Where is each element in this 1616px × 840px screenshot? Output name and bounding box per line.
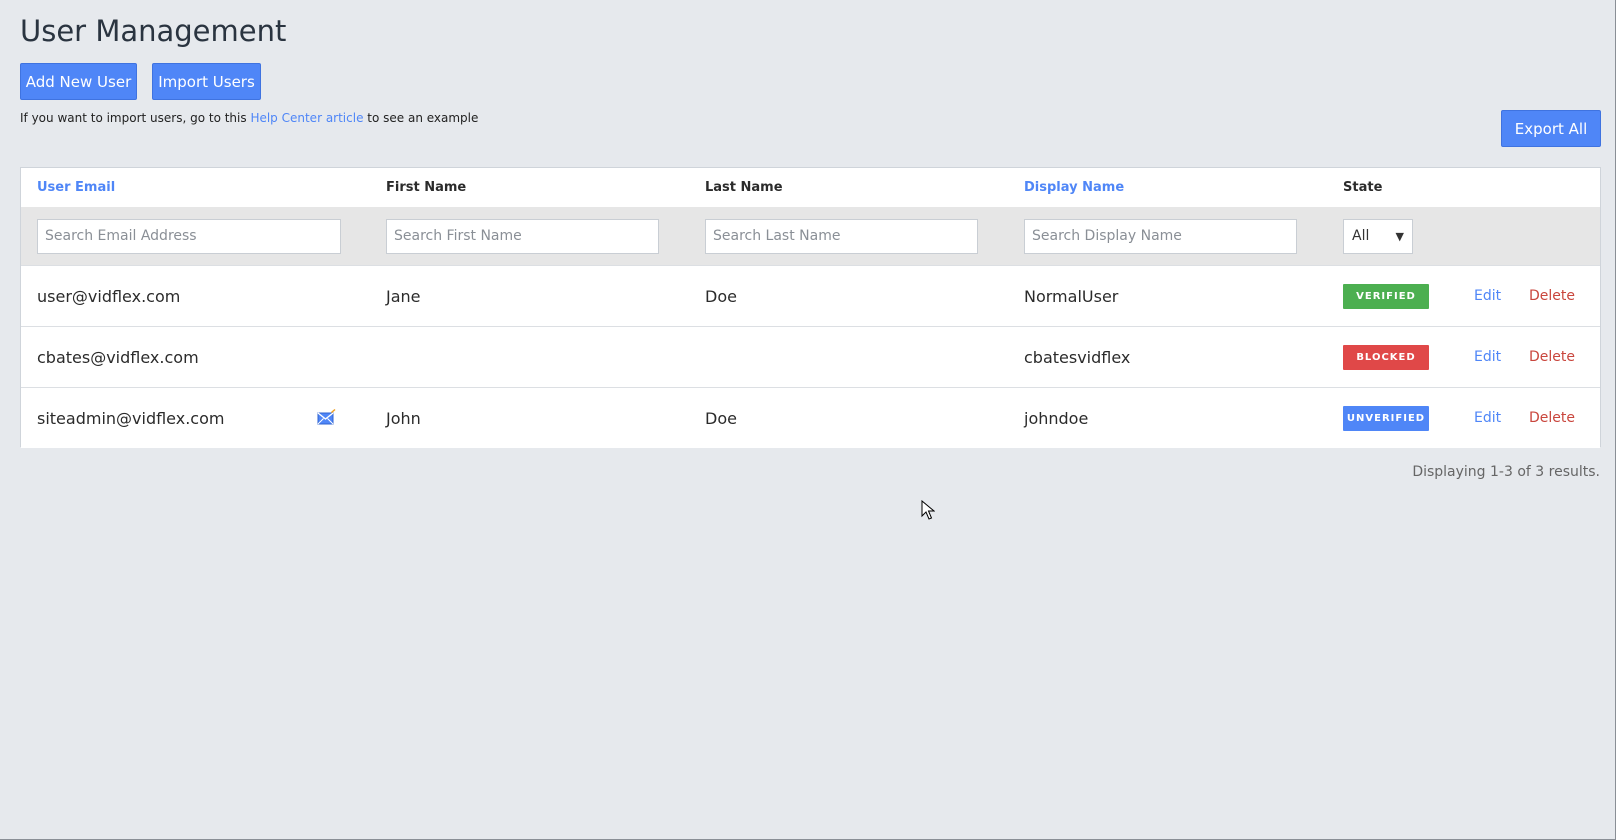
table-row: siteadmin@vidflex.com John Doe johndoe U…: [21, 387, 1600, 448]
state-filter-value: All: [1352, 228, 1370, 244]
user-last-name: Doe: [705, 286, 737, 306]
help-center-link[interactable]: Help Center article: [250, 111, 363, 125]
edit-user-link[interactable]: Edit: [1474, 288, 1501, 304]
status-badge: VERIFIED: [1343, 283, 1429, 309]
edit-user-link[interactable]: Edit: [1474, 410, 1501, 426]
resend-email-icon[interactable]: [317, 409, 336, 426]
user-first-name: John: [386, 408, 421, 428]
mouse-cursor-icon: [921, 500, 935, 520]
user-email: cbates@vidflex.com: [37, 347, 199, 367]
table-header-row: User Email First Name Last Name Display …: [21, 168, 1600, 207]
help-suffix: to see an example: [363, 111, 479, 125]
table-row: cbates@vidflex.com cbatesvidflex BLOCKED…: [21, 326, 1600, 387]
search-display-name-input[interactable]: [1024, 218, 1297, 254]
table-row: user@vidflex.com Jane Doe NormalUser VER…: [21, 265, 1600, 326]
search-email-input[interactable]: [37, 218, 341, 254]
delete-user-link[interactable]: Delete: [1529, 288, 1575, 304]
column-header-last-name: Last Name: [705, 180, 783, 195]
results-count: Displaying 1-3 of 3 results.: [1412, 464, 1600, 480]
users-table: User Email First Name Last Name Display …: [20, 167, 1601, 448]
column-header-state: State: [1343, 180, 1383, 195]
chevron-down-icon: ▼: [1395, 229, 1404, 243]
user-display-name: johndoe: [1024, 408, 1089, 428]
user-email: user@vidflex.com: [37, 286, 181, 306]
search-last-name-input[interactable]: [705, 218, 978, 254]
user-first-name: Jane: [386, 286, 421, 306]
page-title: User Management: [20, 14, 287, 48]
search-first-name-input[interactable]: [386, 218, 659, 254]
import-users-button[interactable]: Import Users: [152, 63, 261, 100]
column-header-first-name: First Name: [386, 180, 467, 195]
column-header-user-email[interactable]: User Email: [37, 180, 115, 195]
filter-row: All ▼: [21, 207, 1600, 265]
user-management-page: User Management Add New User Import User…: [0, 0, 1616, 840]
user-display-name: cbatesvidflex: [1024, 347, 1131, 367]
state-filter-select[interactable]: All ▼: [1343, 218, 1413, 254]
user-display-name: NormalUser: [1024, 286, 1119, 306]
status-badge: UNVERIFIED: [1343, 405, 1429, 431]
help-prefix: If you want to import users, go to this: [20, 111, 251, 125]
import-help-text: If you want to import users, go to this …: [20, 111, 478, 125]
status-badge: BLOCKED: [1343, 344, 1429, 370]
column-header-display-name[interactable]: Display Name: [1024, 180, 1124, 195]
delete-user-link[interactable]: Delete: [1529, 349, 1575, 365]
add-new-user-button[interactable]: Add New User: [20, 63, 137, 100]
export-all-button[interactable]: Export All: [1501, 110, 1601, 147]
edit-user-link[interactable]: Edit: [1474, 349, 1501, 365]
delete-user-link[interactable]: Delete: [1529, 410, 1575, 426]
user-email: siteadmin@vidflex.com: [37, 408, 225, 428]
user-last-name: Doe: [705, 408, 737, 428]
